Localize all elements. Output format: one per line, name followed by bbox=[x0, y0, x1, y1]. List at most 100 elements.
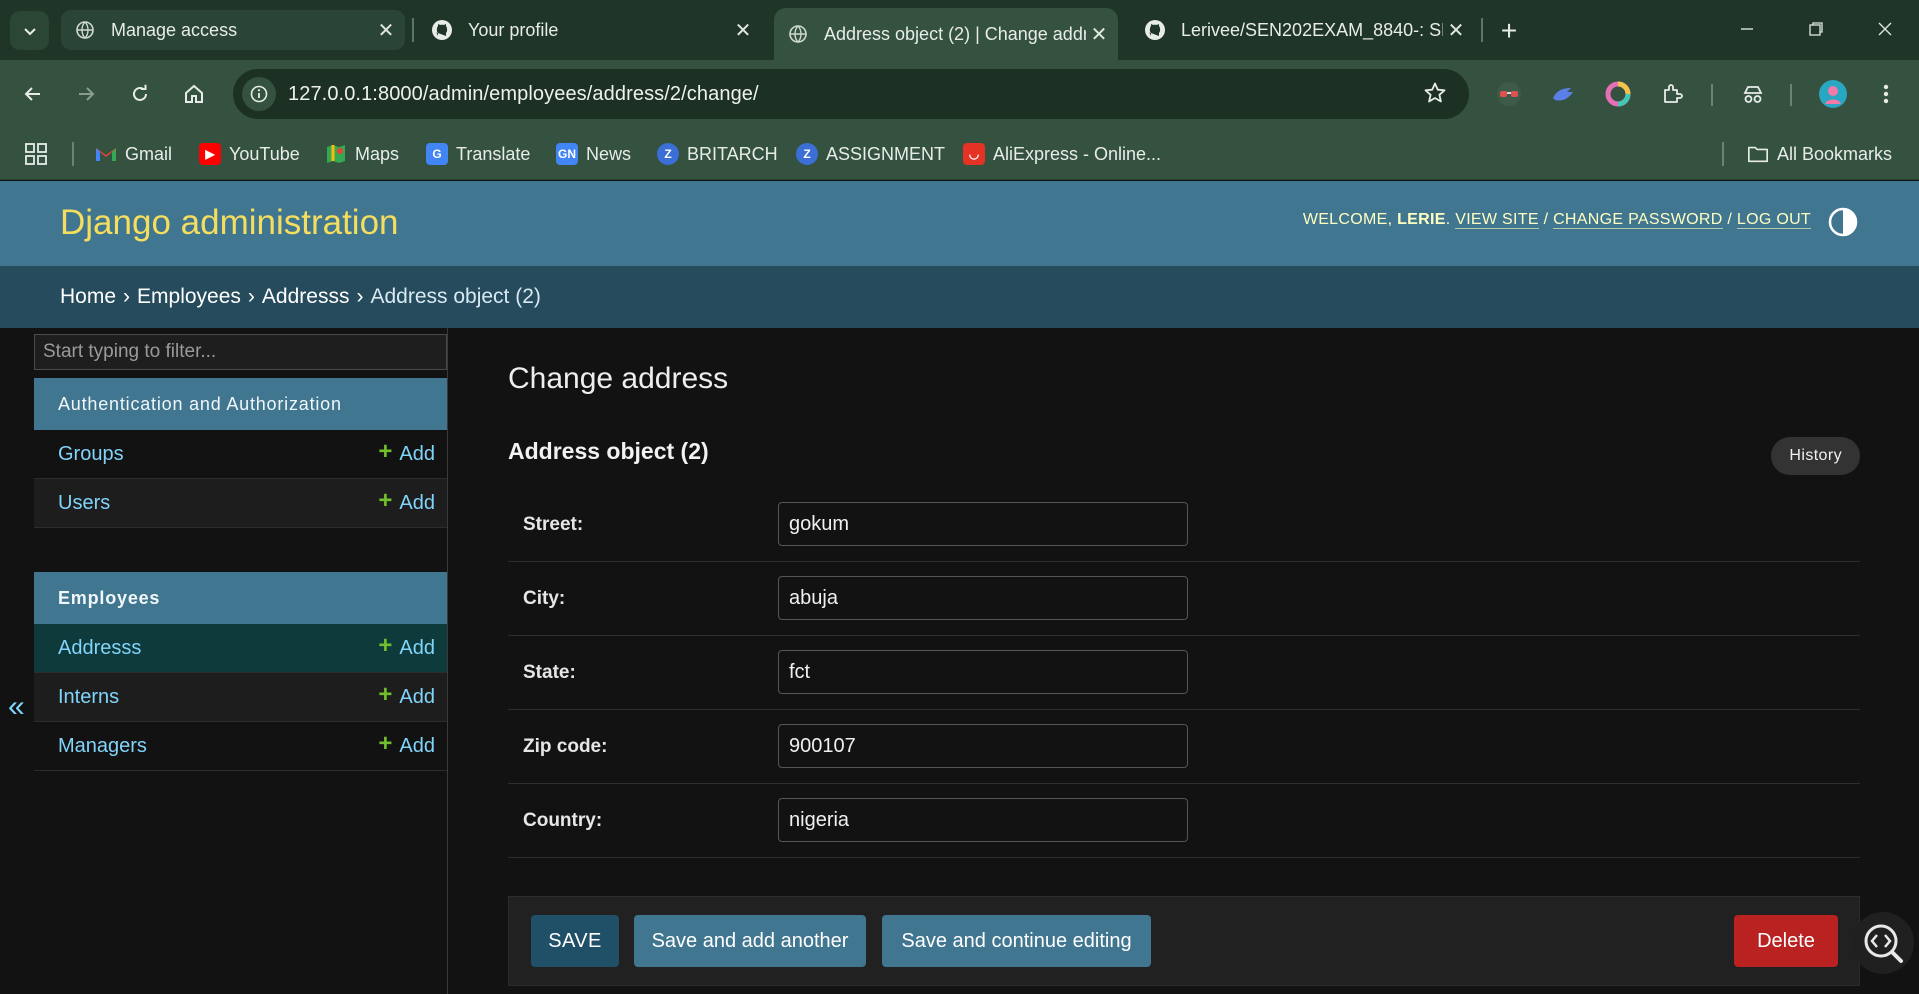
profile-avatar-icon[interactable] bbox=[1815, 76, 1851, 112]
form-row-street: Street: bbox=[508, 488, 1860, 562]
apps-grid-icon[interactable] bbox=[24, 138, 48, 170]
add-plus-icon: + bbox=[378, 632, 393, 659]
save-and-add-another-button[interactable]: Save and add another bbox=[634, 915, 866, 967]
incognito-icon[interactable] bbox=[1735, 76, 1771, 112]
zoom-icon: Z bbox=[657, 143, 679, 165]
theme-toggle-icon[interactable] bbox=[1827, 206, 1859, 238]
close-tab-icon[interactable]: ✕ bbox=[373, 17, 399, 43]
all-bookmarks-label: All Bookmarks bbox=[1777, 143, 1893, 164]
bookmark-divider bbox=[72, 142, 74, 166]
forward-icon[interactable] bbox=[66, 74, 106, 114]
all-bookmarks[interactable]: All Bookmarks bbox=[1747, 138, 1892, 170]
tab-divider bbox=[1481, 18, 1483, 42]
home-icon[interactable] bbox=[174, 74, 214, 114]
bookmark-label: Translate bbox=[456, 143, 531, 164]
breadcrumb-home[interactable]: Home bbox=[60, 285, 116, 309]
tab-address-change[interactable]: Address object (2) | Change address ✕ bbox=[774, 8, 1118, 60]
browser-menu-icon[interactable] bbox=[1868, 76, 1904, 112]
add-plus-icon: + bbox=[378, 681, 393, 708]
tab-github-repo[interactable]: Lerivee/SEN202EXAM_8840-: SEN202 ✕ bbox=[1131, 9, 1475, 51]
bookmark-star-icon[interactable] bbox=[1423, 81, 1447, 110]
minimize-icon[interactable] bbox=[1717, 8, 1777, 50]
translate-icon: G bbox=[426, 143, 448, 165]
module-auth-caption[interactable]: Authentication and Authorization bbox=[34, 378, 447, 430]
tab-title: Address object (2) | Change address bbox=[824, 23, 1086, 44]
bookmark-label: Maps bbox=[355, 143, 400, 164]
bookmark-assignment[interactable]: Z ASSIGNMENT bbox=[796, 138, 945, 170]
bookmark-youtube[interactable]: ▶ YouTube bbox=[199, 138, 300, 170]
users-link[interactable]: Users bbox=[58, 492, 110, 515]
github-icon bbox=[430, 18, 454, 42]
addresss-add-link[interactable]: + Add bbox=[378, 632, 435, 660]
bookmark-label: AliExpress - Online... bbox=[993, 143, 1162, 164]
bookmark-translate[interactable]: G Translate bbox=[426, 138, 530, 170]
bookmark-label: BRITARCH bbox=[687, 143, 778, 164]
bookmark-aliexpress[interactable]: ◡ AliExpress - Online... bbox=[963, 138, 1161, 170]
tab-title: Lerivee/SEN202EXAM_8840-: SEN202 bbox=[1181, 19, 1443, 40]
add-label: Add bbox=[399, 636, 435, 659]
reload-icon[interactable] bbox=[120, 74, 160, 114]
bookmark-maps[interactable]: Maps bbox=[325, 138, 399, 170]
close-window-icon[interactable] bbox=[1855, 8, 1915, 50]
extension-glasses-icon[interactable] bbox=[1491, 76, 1527, 112]
save-button[interactable]: SAVE bbox=[531, 915, 619, 967]
bookmark-news[interactable]: GN News bbox=[556, 138, 631, 170]
bookmark-label: ASSIGNMENT bbox=[826, 143, 946, 164]
zip-code-label: Zip code: bbox=[523, 736, 608, 757]
interns-add-link[interactable]: + Add bbox=[378, 681, 435, 709]
groups-add-link[interactable]: + Add bbox=[378, 438, 435, 466]
interns-link[interactable]: Interns bbox=[58, 686, 119, 709]
breadcrumb-separator: › bbox=[123, 285, 131, 308]
managers-add-link[interactable]: + Add bbox=[378, 730, 435, 758]
folder-icon bbox=[1747, 143, 1769, 165]
users-add-link[interactable]: + Add bbox=[378, 487, 435, 515]
close-tab-icon[interactable]: ✕ bbox=[1443, 17, 1469, 43]
new-tab-icon[interactable]: + bbox=[1491, 13, 1527, 49]
state-field[interactable] bbox=[778, 650, 1188, 694]
site-info-icon[interactable] bbox=[242, 77, 276, 111]
addresss-link[interactable]: Addresss bbox=[58, 637, 141, 660]
bookmark-britarch[interactable]: Z BRITARCH bbox=[657, 138, 778, 170]
save-and-continue-button[interactable]: Save and continue editing bbox=[882, 915, 1151, 967]
maps-icon bbox=[325, 143, 347, 165]
breadcrumb-addresss[interactable]: Addresss bbox=[262, 285, 350, 309]
toggle-nav-sidebar-icon[interactable]: « bbox=[8, 690, 25, 724]
breadcrumb-separator: › bbox=[356, 285, 364, 308]
site-brand[interactable]: Django administration bbox=[60, 203, 399, 243]
close-tab-icon[interactable]: ✕ bbox=[1086, 21, 1112, 47]
tab-divider bbox=[412, 18, 414, 42]
delete-button[interactable]: Delete bbox=[1734, 915, 1838, 967]
extensions-puzzle-icon[interactable] bbox=[1655, 76, 1691, 112]
bookmark-label: Gmail bbox=[125, 143, 173, 164]
city-field[interactable] bbox=[778, 576, 1188, 620]
browser-toolbar: 127.0.0.1:8000/admin/employees/address/2… bbox=[0, 60, 1919, 128]
close-tab-icon[interactable]: ✕ bbox=[730, 17, 756, 43]
change-password-link[interactable]: Change password bbox=[1553, 211, 1723, 229]
news-icon: GN bbox=[556, 143, 578, 165]
groups-link[interactable]: Groups bbox=[58, 443, 124, 466]
history-button[interactable]: History bbox=[1771, 437, 1860, 475]
tab-search-button[interactable] bbox=[10, 11, 49, 50]
zip-code-field[interactable] bbox=[778, 724, 1188, 768]
tab-your-profile[interactable]: Your profile ✕ bbox=[418, 9, 762, 51]
module-employees-caption[interactable]: Employees bbox=[34, 572, 447, 624]
sidebar-item-users: Users + Add bbox=[34, 479, 447, 528]
breadcrumb-employees[interactable]: Employees bbox=[137, 285, 241, 309]
view-site-link[interactable]: View site bbox=[1455, 211, 1539, 229]
back-icon[interactable] bbox=[13, 74, 53, 114]
tab-manage-access[interactable]: Manage access ✕ bbox=[61, 10, 405, 50]
address-bar[interactable]: 127.0.0.1:8000/admin/employees/address/2… bbox=[233, 69, 1469, 119]
restore-icon[interactable] bbox=[1786, 8, 1846, 50]
country-field[interactable] bbox=[778, 798, 1188, 842]
globe-icon bbox=[73, 18, 97, 42]
managers-link[interactable]: Managers bbox=[58, 735, 147, 758]
bookmark-gmail[interactable]: Gmail bbox=[95, 138, 172, 170]
log-out-link[interactable]: Log out bbox=[1736, 211, 1811, 229]
code-inspect-icon[interactable] bbox=[1852, 912, 1914, 974]
extension-bird-icon[interactable] bbox=[1545, 76, 1581, 112]
url-text: 127.0.0.1:8000/admin/employees/address/2… bbox=[288, 82, 759, 105]
nav-filter-input[interactable]: Start typing to filter... bbox=[34, 334, 447, 370]
street-field[interactable] bbox=[778, 502, 1188, 546]
extension-ring-icon[interactable] bbox=[1600, 76, 1636, 112]
add-label: Add bbox=[399, 734, 435, 757]
